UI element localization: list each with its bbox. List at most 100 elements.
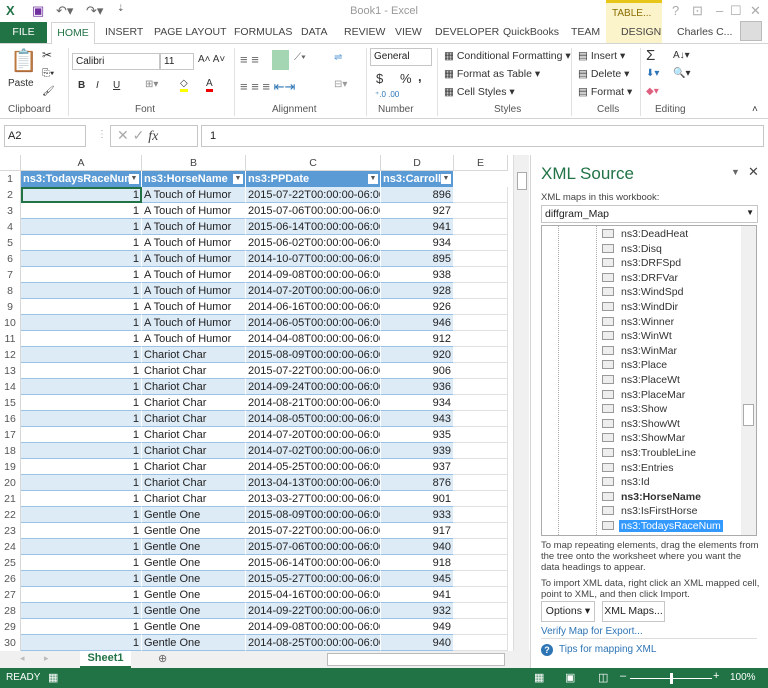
column-header[interactable]: C — [246, 155, 381, 171]
fill-color-icon[interactable]: ◇ — [180, 78, 188, 92]
table-cell[interactable]: 2015-07-06T00:00:00-06:00 — [246, 539, 381, 555]
empty-cell[interactable] — [454, 235, 508, 251]
filter-dropdown-icon[interactable]: ▼ — [233, 174, 243, 184]
table-cell[interactable]: 1 — [21, 603, 142, 619]
pane-options-icon[interactable]: ▼ — [731, 167, 740, 177]
table-cell[interactable]: 1 — [21, 251, 142, 267]
table-cell[interactable]: 1 — [21, 331, 142, 347]
table-cell[interactable]: A Touch of Humor — [142, 315, 246, 331]
xml-tree-item[interactable]: ns3:Entries — [602, 461, 676, 475]
scroll-thumb[interactable] — [517, 172, 527, 190]
table-cell[interactable]: 2014-07-20T00:00:00-06:00 — [246, 283, 381, 299]
copy-icon[interactable]: ⎘▾ — [42, 68, 54, 79]
xml-tree-item[interactable]: ns3:Place — [602, 358, 669, 372]
table-cell[interactable]: 1 — [21, 235, 142, 251]
page-layout-view-icon[interactable]: ▣ — [565, 671, 575, 684]
table-cell[interactable]: 1 — [21, 619, 142, 635]
table-cell[interactable]: 2014-06-16T00:00:00-06:00 — [246, 299, 381, 315]
tab-team[interactable]: TEAM — [571, 26, 600, 38]
cell-styles-button[interactable]: ▦ Cell Styles ▾ — [444, 86, 515, 98]
collapse-ribbon-icon[interactable]: ˄ — [752, 104, 758, 115]
table-cell[interactable]: 2015-06-14T00:00:00-06:00 — [246, 555, 381, 571]
xml-map-select[interactable]: diffgram_Map ▼ — [541, 205, 758, 223]
insert-cells-button[interactable]: ▤ Insert ▾ — [578, 50, 625, 62]
empty-cell[interactable] — [454, 539, 508, 555]
table-cell[interactable]: 906 — [381, 363, 454, 379]
table-cell[interactable]: Gentle One — [142, 587, 246, 603]
table-cell[interactable]: 2014-08-25T00:00:00-06:00 — [246, 635, 381, 651]
table-cell[interactable]: 896 — [381, 187, 454, 203]
horizontal-scrollbar[interactable] — [327, 653, 505, 666]
tab-developer[interactable]: DEVELOPER — [435, 26, 499, 38]
xml-tree-item[interactable]: ns3:Winner — [602, 315, 676, 329]
table-cell[interactable]: 941 — [381, 587, 454, 603]
paste-icon[interactable]: 📋 — [10, 48, 37, 74]
xml-tree-item[interactable]: ns3:IsFirstHorse — [602, 504, 699, 518]
tab-view[interactable]: VIEW — [395, 26, 422, 38]
column-header[interactable]: E — [454, 155, 508, 171]
table-cell[interactable]: 1 — [21, 539, 142, 555]
table-cell[interactable]: 1 — [21, 379, 142, 395]
align-bottom-icon[interactable] — [272, 50, 289, 70]
row-number[interactable]: 25 — [0, 555, 21, 571]
xml-tree-item[interactable]: ns3:WindDir — [602, 300, 680, 314]
empty-cell[interactable] — [454, 459, 508, 475]
ribbon-display-icon[interactable]: ⊡ — [692, 3, 703, 19]
format-cells-button[interactable]: ▤ Format ▾ — [578, 86, 632, 98]
autosum-icon[interactable]: Σ — [646, 47, 655, 64]
options-button[interactable]: Options ▾ — [541, 601, 595, 622]
table-cell[interactable]: Gentle One — [142, 571, 246, 587]
zoom-level[interactable]: 100% — [730, 672, 756, 683]
row-number[interactable]: 3 — [0, 203, 21, 219]
table-cell[interactable]: 939 — [381, 443, 454, 459]
table-cell[interactable]: 1 — [21, 187, 142, 203]
empty-cell[interactable] — [454, 619, 508, 635]
table-cell[interactable]: Gentle One — [142, 555, 246, 571]
close-pane-icon[interactable]: ✕ — [748, 164, 759, 180]
table-cell[interactable]: Gentle One — [142, 603, 246, 619]
table-cell[interactable]: 2013-03-27T00:00:00-06:00 — [246, 491, 381, 507]
table-cell[interactable]: A Touch of Humor — [142, 251, 246, 267]
row-number[interactable]: 2 — [0, 187, 21, 203]
xml-tree-item[interactable]: ns3:TodaysRaceNum — [602, 519, 723, 533]
formula-input[interactable]: 1 — [201, 125, 764, 147]
table-cell[interactable]: Gentle One — [142, 635, 246, 651]
empty-cell[interactable] — [454, 411, 508, 427]
table-cell[interactable]: 932 — [381, 603, 454, 619]
xml-tree-item[interactable]: ns3:Id — [602, 475, 652, 489]
table-cell[interactable]: Chariot Char — [142, 395, 246, 411]
empty-cell[interactable] — [454, 251, 508, 267]
table-cell[interactable]: 940 — [381, 539, 454, 555]
table-header-cell[interactable]: ns3:HorseName ▼ — [142, 171, 246, 187]
xml-tree-item[interactable]: ns3:PlaceWt — [602, 373, 682, 387]
clear-icon[interactable]: ◆▾ — [646, 86, 659, 97]
table-cell[interactable]: 933 — [381, 507, 454, 523]
row-number[interactable]: 10 — [0, 315, 21, 331]
tab-home[interactable]: HOME — [51, 22, 95, 44]
user-name[interactable]: Charles C... — [677, 26, 732, 38]
empty-cell[interactable] — [454, 347, 508, 363]
tree-scroll-thumb[interactable] — [743, 404, 754, 426]
table-cell[interactable]: 1 — [21, 411, 142, 427]
table-cell[interactable]: 918 — [381, 555, 454, 571]
table-cell[interactable]: 2014-09-08T00:00:00-06:00 — [246, 267, 381, 283]
tab-review[interactable]: REVIEW — [344, 26, 385, 38]
table-cell[interactable]: 1 — [21, 555, 142, 571]
empty-cell[interactable] — [454, 267, 508, 283]
xml-tree-item[interactable]: ns3:Disq — [602, 242, 664, 256]
empty-cell[interactable] — [454, 507, 508, 523]
table-cell[interactable]: 895 — [381, 251, 454, 267]
empty-cell[interactable] — [454, 491, 508, 507]
row-number[interactable]: 6 — [0, 251, 21, 267]
empty-cell[interactable] — [454, 587, 508, 603]
empty-cell[interactable] — [454, 363, 508, 379]
table-cell[interactable]: Gentle One — [142, 523, 246, 539]
verify-map-link[interactable]: Verify Map for Export... — [541, 626, 643, 637]
xml-tree-item[interactable]: ns3:WinWt — [602, 329, 674, 343]
number-format-select[interactable]: General — [370, 48, 432, 66]
table-cell[interactable]: 2014-06-05T00:00:00-06:00 — [246, 315, 381, 331]
borders-icon[interactable]: ⊞▾ — [145, 79, 158, 90]
table-cell[interactable]: Chariot Char — [142, 459, 246, 475]
table-cell[interactable]: 2014-05-25T00:00:00-06:00 — [246, 459, 381, 475]
column-header[interactable]: B — [142, 155, 246, 171]
